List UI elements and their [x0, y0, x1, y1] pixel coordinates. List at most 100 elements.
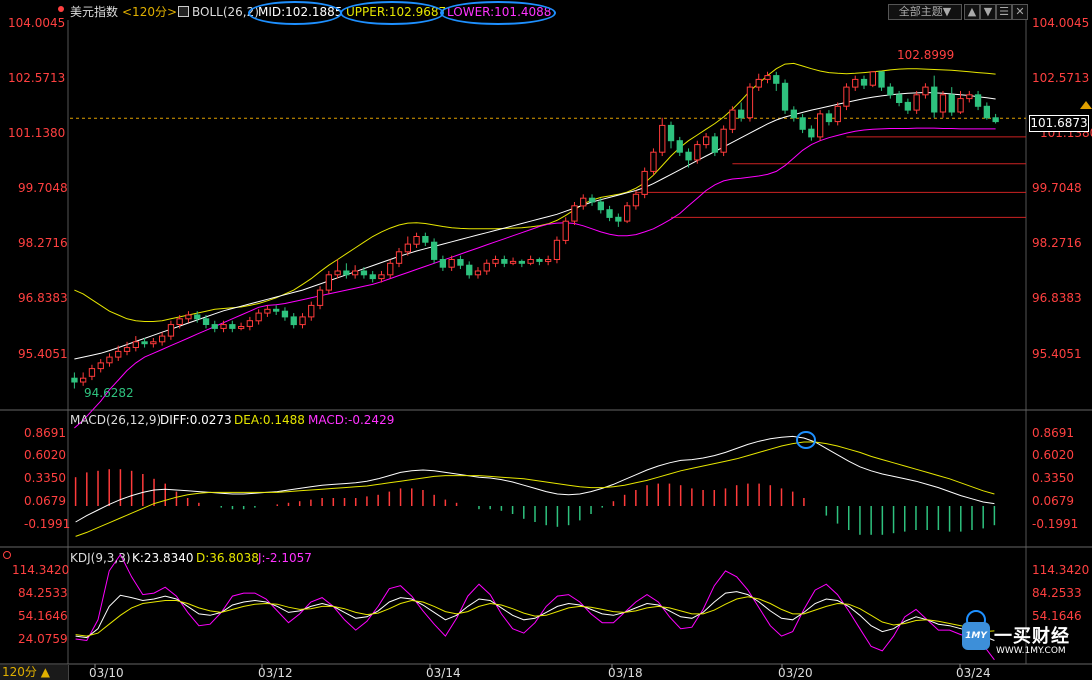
candle-body	[922, 86, 929, 96]
candle-body	[588, 197, 596, 203]
candle-body	[202, 318, 210, 325]
candle-body	[860, 78, 868, 86]
chart-canvas	[0, 20, 1092, 668]
kdj-j-value: J:-2.1057	[258, 551, 312, 565]
close-icon[interactable]: ✕	[1012, 4, 1028, 20]
boll-mid-line	[74, 91, 996, 360]
candle-body	[799, 117, 806, 130]
left-tick-4: 98.2716	[18, 236, 68, 250]
candle-body	[229, 324, 236, 329]
kdj-left-tick-2: 54.1646	[18, 609, 68, 623]
macd-dea-value: DEA:0.1488	[234, 413, 305, 427]
candle-body	[597, 201, 605, 211]
right-tick-0: 104.0045	[1032, 16, 1090, 30]
kdj-left-tick-3: 24.0759	[18, 632, 68, 646]
candle-body	[817, 113, 824, 138]
candle-body	[352, 270, 359, 276]
right-tick-6: 95.4051	[1032, 347, 1082, 361]
candle-body	[703, 136, 710, 146]
candle-body	[238, 326, 245, 329]
menu-icon[interactable]: ☰	[996, 4, 1012, 20]
right-tick-3: 99.7048	[1032, 181, 1082, 195]
boll-lower-line	[74, 127, 996, 429]
candle-body	[281, 310, 289, 318]
left-tick-3: 99.7048	[18, 181, 68, 195]
macd-left-tick-1: 0.6020	[24, 448, 66, 462]
chevron-up-icon: ▲	[40, 665, 50, 679]
candle-body	[606, 209, 613, 218]
candle-body	[246, 320, 253, 327]
candle-body	[395, 251, 403, 264]
macd-left-tick-0: 0.8691	[24, 426, 66, 440]
theme-select[interactable]: 全部主题▼	[888, 4, 962, 20]
candle-body	[483, 262, 490, 272]
candle-body	[808, 128, 815, 138]
candle-body	[457, 259, 464, 266]
highlight-ring-upper	[340, 1, 444, 25]
candle-body	[992, 117, 999, 123]
candle-body	[492, 259, 499, 264]
highlight-ring-lower	[440, 1, 556, 25]
candle-body	[431, 241, 438, 260]
highlight-ring-macd-peak	[796, 431, 816, 449]
macd-right-tick-2: 0.3350	[1032, 471, 1074, 485]
candle-body	[290, 316, 297, 326]
candle-body	[738, 109, 745, 119]
chevron-down-icon: ▼	[942, 5, 952, 18]
candle-body	[194, 314, 201, 320]
move-up-button[interactable]: ▲	[964, 4, 980, 20]
candle-body	[334, 270, 341, 276]
candle-body	[150, 341, 157, 345]
candle-body	[852, 78, 859, 88]
date-label-1: 03/12	[258, 666, 293, 680]
candle-body	[141, 341, 148, 345]
candle-body	[316, 289, 324, 306]
candle-body	[325, 274, 333, 291]
candle-body	[518, 260, 526, 264]
kdj-settings-dot-icon[interactable]	[3, 551, 11, 559]
move-down-button[interactable]: ▼	[980, 4, 996, 20]
candle-body	[71, 377, 78, 383]
symbol-title: 美元指数	[70, 5, 119, 19]
candle-body	[123, 347, 131, 352]
candle-body	[650, 151, 657, 172]
candle-body	[773, 75, 780, 84]
candle-body	[834, 105, 841, 123]
candle-body	[878, 71, 885, 88]
candle-body	[106, 356, 113, 364]
period-label: <120分>	[122, 5, 178, 19]
kdj-d-line	[75, 596, 995, 637]
chart-window: 美元指数 <120分> BOLL(26,2) MID:102.1885 UPPE…	[0, 0, 1092, 680]
settings-dot-icon[interactable]	[58, 6, 64, 12]
period-high-label: 102.8999	[897, 48, 955, 62]
indicator-toggle-icon[interactable]	[178, 6, 189, 17]
candle-body	[527, 259, 534, 264]
candle-body	[720, 128, 727, 153]
candle-body	[843, 86, 850, 107]
candle-body	[501, 259, 508, 264]
macd-title: MACD(26,12,9)	[70, 413, 162, 427]
date-label-4: 03/20	[778, 666, 813, 680]
candle-body	[825, 113, 833, 123]
period-tab[interactable]: 120分 ▲	[0, 665, 69, 680]
candle-body	[869, 71, 877, 86]
candle-body	[676, 140, 683, 153]
candle-body	[387, 262, 394, 276]
kdj-right-tick-1: 84.2533	[1032, 586, 1082, 600]
date-label-3: 03/18	[608, 666, 643, 680]
candle-body	[729, 109, 736, 130]
candle-body	[641, 170, 648, 195]
highlight-ring-mid	[248, 1, 342, 25]
candle-body	[378, 274, 385, 280]
candle-body	[273, 308, 280, 312]
candle-body	[562, 220, 569, 241]
candle-body	[615, 216, 622, 222]
kdj-title: KDJ(9,3,3)	[70, 551, 131, 565]
right-tick-4: 98.2716	[1032, 236, 1082, 250]
candle-body	[957, 98, 964, 113]
price-arrow-icon	[1080, 101, 1092, 109]
candle-body	[80, 377, 87, 383]
candle-body	[913, 94, 920, 111]
candle-body	[966, 94, 973, 100]
watermark-url: WWW.1MY.COM	[996, 646, 1066, 656]
